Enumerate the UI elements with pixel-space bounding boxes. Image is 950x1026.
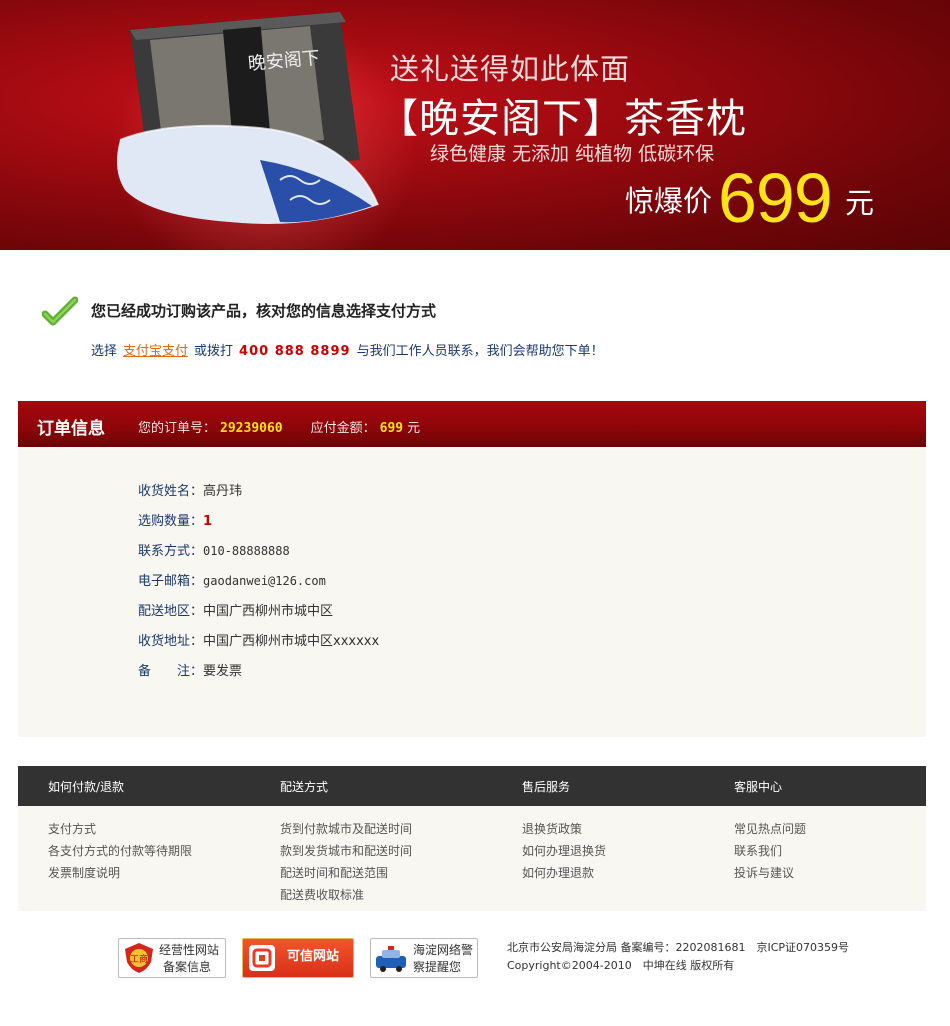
order-number-label: 您的订单号： <box>138 421 217 436</box>
hotline-number: 400 888 8899 <box>239 344 351 359</box>
footer-link[interactable]: 如何办理退款 <box>522 862 606 884</box>
footer-link[interactable]: 货到付款城市及配送时间 <box>280 818 412 840</box>
success-title: 您已经成功订购该产品，核对您的信息选择支付方式 <box>91 302 437 320</box>
footer-link[interactable]: 联系我们 <box>734 840 806 862</box>
slogan-line-3: 绿色健康 无添加 纯植物 低碳环保 <box>430 143 715 165</box>
icp-badge-line1: 经营性网站 <box>159 943 220 957</box>
price-unit: 元 <box>845 186 875 220</box>
police-notice-badge[interactable]: 海淀网络警 察提醒您 <box>370 938 478 978</box>
detail-note: 备 注：要发票 <box>138 664 243 679</box>
footer-col-service: 常见热点问题 联系我们 投诉与建议 <box>734 818 806 884</box>
footer-col-title-aftersales: 售后服务 <box>522 780 571 794</box>
footer-nav-header: 如何付款/退款 配送方式 售后服务 客服中心 <box>18 766 926 806</box>
checkmark-icon <box>42 296 78 326</box>
footer-col-aftersales: 退换货政策 如何办理退换货 如何办理退款 <box>522 818 606 884</box>
footer-link[interactable]: 如何办理退换货 <box>522 840 606 862</box>
footer-col-title-delivery: 配送方式 <box>280 780 329 794</box>
alipay-link[interactable]: 支付宝支付 <box>123 344 188 359</box>
success-prefix: 选择 <box>91 344 118 359</box>
footer-link[interactable]: 配送时间和配送范围 <box>280 862 412 884</box>
price-value: 699 <box>718 159 833 237</box>
footer-link[interactable]: 发票制度说明 <box>48 862 192 884</box>
detail-address: 收货地址：中国广西柳州市城中区xxxxxx <box>138 634 380 649</box>
police-badge-line2: 察提醒您 <box>413 960 462 974</box>
order-info-title: 订单信息 <box>37 419 105 439</box>
police-badge-line1: 海淀网络警 <box>413 943 474 957</box>
promo-banner: 晚安阁下 送礼送得如此体面 【晚安阁下】茶香枕 绿色健康 无添加 纯植物 低碳环… <box>0 0 950 250</box>
police-car-icon <box>376 946 406 972</box>
footer-link[interactable]: 各支付方式的付款等待期限 <box>48 840 192 862</box>
footer-link[interactable]: 常见热点问题 <box>734 818 806 840</box>
success-middle: 或拨打 <box>194 344 234 359</box>
amount-value: 699 <box>379 421 404 436</box>
trusted-site-label: 可信网站 <box>287 949 340 964</box>
detail-phone: 联系方式：010-88888888 <box>138 544 290 559</box>
slogan-line-2: 【晚安阁下】茶香枕 <box>378 96 747 142</box>
success-suffix: 与我们工作人员联系，我们会帮助您下单！ <box>356 344 604 359</box>
slogan-line-1: 送礼送得如此体面 <box>390 52 631 86</box>
trusted-logo-icon <box>249 945 275 971</box>
detail-quantity: 选购数量：1 <box>138 514 213 529</box>
footer-col-payment: 支付方式 各支付方式的付款等待期限 发票制度说明 <box>48 818 192 884</box>
copyright: Copyright©2004-2010 中坤在线 版权所有 <box>507 959 735 972</box>
trusted-site-badge[interactable]: 可信网站 <box>242 938 354 978</box>
footer-col-delivery: 货到付款城市及配送时间 款到发货城市和配送时间 配送时间和配送范围 配送费收取标… <box>280 818 412 906</box>
order-details: 收货姓名：高丹玮 选购数量：1 联系方式：010-88888888 电子邮箱：g… <box>18 447 926 737</box>
footer-nav-links: 支付方式 各支付方式的付款等待期限 发票制度说明 货到付款城市及配送时间 款到发… <box>18 806 926 911</box>
price-label: 惊爆价 <box>625 184 713 218</box>
footer-link[interactable]: 支付方式 <box>48 818 192 840</box>
record-info: 北京市公安局海淀分局 备案编号：2202081681 京ICP证070359号 <box>507 941 850 954</box>
amount-unit: 元 <box>407 421 421 436</box>
footer-col-title-service: 客服中心 <box>734 780 783 794</box>
footer-link[interactable]: 投诉与建议 <box>734 862 806 884</box>
detail-region: 配送地区：中国广西柳州市城中区 <box>138 604 334 619</box>
order-summary: 您的订单号： 29239060 应付金额： 699 元 <box>138 417 420 436</box>
footer-link[interactable]: 配送费收取标准 <box>280 884 412 906</box>
shield-emblem-icon: 工商 <box>125 943 153 973</box>
footer-link[interactable]: 退换货政策 <box>522 818 606 840</box>
icp-badge-line2: 备案信息 <box>163 960 212 974</box>
amount-label: 应付金额： <box>310 421 376 436</box>
footer-link[interactable]: 款到发货城市和配送时间 <box>280 840 412 862</box>
success-instructions: 选择 支付宝支付 或拨打 400 888 8899 与我们工作人员联系，我们会帮助您下单… <box>91 340 604 359</box>
order-number: 29239060 <box>220 421 283 436</box>
detail-email: 电子邮箱：gaodanwei@126.com <box>138 574 326 589</box>
order-info-header: 订单信息 您的订单号： 29239060 应付金额： 699 元 <box>18 401 926 447</box>
footer-col-title-payment: 如何付款/退款 <box>48 780 125 794</box>
product-image: 晚安阁下 <box>116 12 379 224</box>
icp-record-badge[interactable]: 工商 经营性网站 备案信息 <box>118 938 226 978</box>
detail-name: 收货姓名：高丹玮 <box>138 484 243 499</box>
svg-text:工商: 工商 <box>130 953 148 965</box>
